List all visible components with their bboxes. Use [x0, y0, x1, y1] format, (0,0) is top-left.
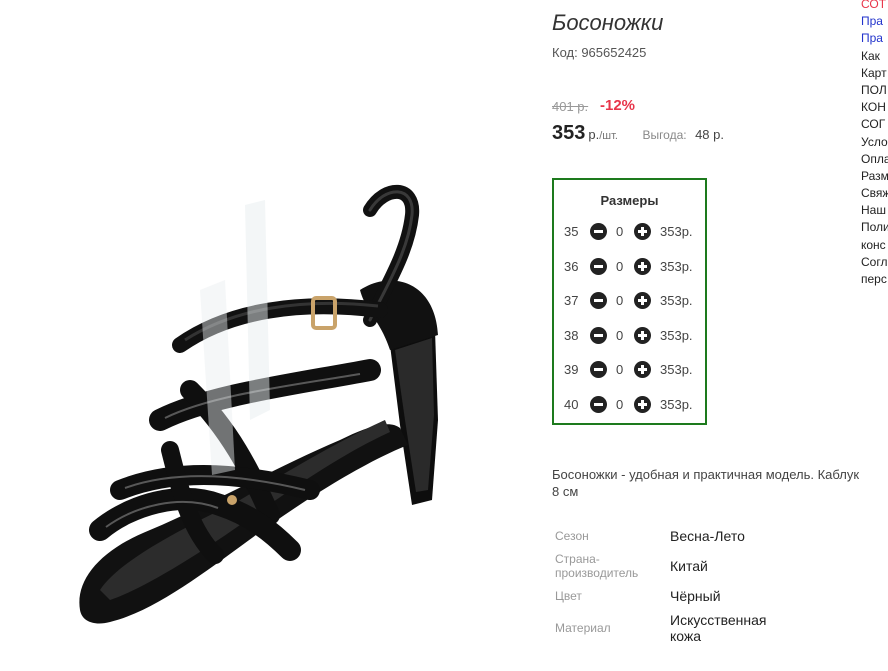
side-link[interactable]: Пра — [861, 13, 888, 30]
size-row: 35 0 353р. — [564, 222, 704, 242]
side-link[interactable]: Карт — [861, 65, 888, 82]
attr-value-country: Китай — [670, 558, 708, 574]
side-link[interactable]: Свяж — [861, 185, 888, 202]
description-line: 8 см — [552, 484, 579, 499]
attr-label-country: Страна- производитель — [555, 552, 638, 580]
plus-circle-icon[interactable] — [634, 327, 651, 344]
side-link[interactable]: перс — [861, 271, 888, 288]
minus-circle-icon[interactable] — [590, 223, 607, 240]
side-link[interactable]: Как — [861, 48, 888, 65]
size-quantity: 0 — [616, 362, 624, 377]
attr-label-line: производитель — [555, 566, 639, 580]
size-label: 39 — [564, 362, 579, 377]
size-quantity: 0 — [616, 224, 624, 239]
size-quantity: 0 — [616, 397, 624, 412]
side-link[interactable]: СОТ — [861, 0, 888, 13]
attr-value-material: Искусственная кожа — [670, 612, 767, 644]
side-links-menu: СОТ Пра Пра Как Карт ПОЛ КОН СОГ Усло Оп… — [861, 0, 888, 288]
minus-circle-icon[interactable] — [590, 396, 607, 413]
sizes-selector: Размеры 35 0 353р. 36 0 353р. 37 0 353р.… — [552, 178, 707, 425]
product-code: Код: 965652425 — [552, 45, 647, 60]
size-label: 37 — [564, 293, 579, 308]
size-price: 353р. — [660, 224, 693, 239]
size-price: 353р. — [660, 397, 693, 412]
benefit-value: 48 р. — [695, 127, 724, 142]
attr-value-season: Весна-Лето — [670, 528, 745, 544]
product-page: Босоножки Код: 965652425 401 р. -12% 353… — [0, 0, 888, 671]
plus-circle-icon[interactable] — [634, 223, 651, 240]
side-link[interactable]: Поли — [861, 219, 888, 236]
side-link[interactable]: Пра — [861, 30, 888, 47]
discount-badge: -12% — [600, 97, 636, 114]
size-label: 35 — [564, 224, 579, 239]
sizes-title: Размеры — [600, 193, 659, 208]
side-link[interactable]: Разм — [861, 168, 888, 185]
product-image — [79, 184, 438, 624]
side-link[interactable]: Усло — [861, 134, 888, 151]
price-per-unit: /шт. — [599, 130, 618, 142]
benefit-label: Выгода: — [642, 128, 687, 142]
attr-value-line: Искусственная — [670, 612, 767, 628]
size-row: 38 0 353р. — [564, 326, 704, 346]
plus-circle-icon[interactable] — [634, 396, 651, 413]
price-unit: р. — [588, 127, 600, 142]
minus-circle-icon[interactable] — [590, 292, 607, 309]
plus-circle-icon[interactable] — [634, 258, 651, 275]
size-row: 37 0 353р. — [564, 291, 704, 311]
attr-label-material: Материал — [555, 621, 611, 635]
size-price: 353р. — [660, 362, 693, 377]
side-link[interactable]: КОН — [861, 99, 888, 116]
attr-value-color: Чёрный — [670, 588, 721, 604]
minus-circle-icon[interactable] — [590, 327, 607, 344]
size-quantity: 0 — [616, 328, 624, 343]
size-row: 40 0 353р. — [564, 395, 704, 415]
side-link[interactable]: конс — [861, 237, 888, 254]
product-description: Босоножки - удобная и практичная модель.… — [552, 466, 888, 500]
size-label: 40 — [564, 397, 579, 412]
size-row: 36 0 353р. — [564, 257, 704, 277]
description-line: Босоножки - удобная и практичная модель.… — [552, 467, 860, 482]
current-price: 353 — [552, 122, 586, 144]
side-link[interactable]: Опла — [861, 151, 888, 168]
side-link[interactable]: СОГ — [861, 116, 888, 133]
side-link[interactable]: Согл — [861, 254, 888, 271]
size-label: 36 — [564, 259, 579, 274]
attr-label-season: Сезон — [555, 529, 589, 543]
minus-circle-icon[interactable] — [590, 361, 607, 378]
plus-circle-icon[interactable] — [634, 292, 651, 309]
attr-label-color: Цвет — [555, 589, 582, 603]
price-row: 353 р./шт. Выгода: 48 р. — [552, 122, 724, 145]
size-quantity: 0 — [616, 259, 624, 274]
side-link[interactable]: ПОЛ — [861, 82, 888, 99]
size-row: 39 0 353р. — [564, 360, 704, 380]
size-price: 353р. — [660, 328, 693, 343]
minus-circle-icon[interactable] — [590, 258, 607, 275]
size-price: 353р. — [660, 293, 693, 308]
side-link[interactable]: Наш — [861, 202, 888, 219]
size-price: 353р. — [660, 259, 693, 274]
size-quantity: 0 — [616, 293, 624, 308]
attr-value-line: кожа — [670, 628, 702, 644]
plus-circle-icon[interactable] — [634, 361, 651, 378]
old-price: 401 р. — [552, 99, 589, 114]
attr-label-line: Страна- — [555, 552, 600, 566]
product-title: Босоножки — [552, 10, 664, 35]
size-label: 38 — [564, 328, 579, 343]
